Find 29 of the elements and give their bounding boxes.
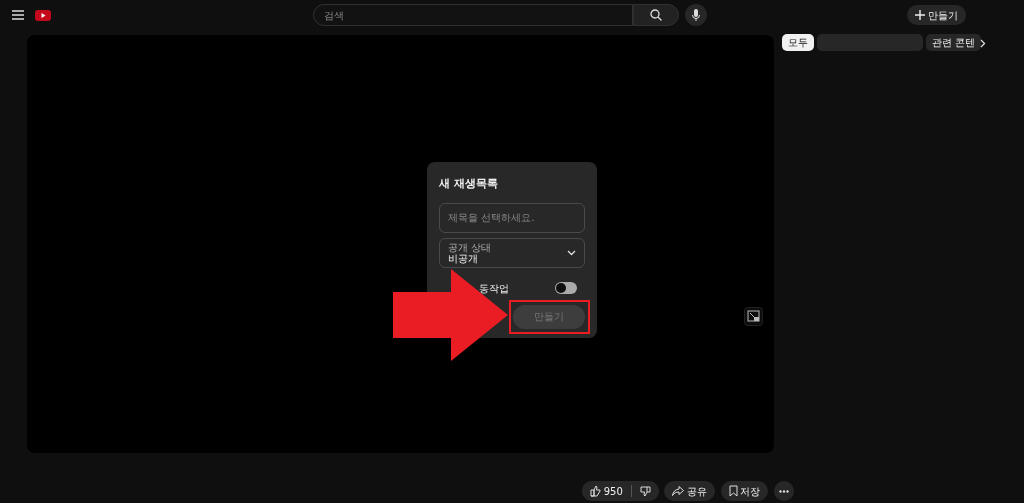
microphone-icon (691, 9, 700, 21)
chevron-down-icon (567, 249, 576, 256)
search-button[interactable] (633, 4, 680, 26)
thumbs-down-icon (639, 486, 651, 497)
menu-icon[interactable] (12, 10, 24, 20)
visibility-value: 비공개 (448, 252, 478, 264)
microphone-button[interactable] (684, 4, 707, 26)
search-icon (650, 8, 663, 21)
logo-icon[interactable] (35, 9, 51, 21)
more-button[interactable] (773, 481, 794, 501)
more-icon (778, 490, 789, 493)
create-button[interactable]: 만들기 (907, 5, 966, 25)
filter-chip[interactable]: 관련 콘텐 (925, 34, 981, 51)
toggle-switch[interactable] (555, 282, 577, 294)
bookmark-icon (728, 485, 738, 497)
dialog-title: 새 재생목록 (439, 176, 499, 192)
chevron-right-icon[interactable] (980, 39, 986, 48)
save-button[interactable]: 저장 (720, 481, 769, 501)
search-field[interactable]: 검색 (313, 4, 634, 26)
miniplayer-icon[interactable] (744, 307, 763, 326)
thumbs-up-icon (590, 485, 601, 497)
collaboration-label: 동작업 (479, 281, 509, 296)
share-button[interactable]: 공유 (664, 481, 716, 501)
visibility-dropdown[interactable]: 공개 상태 비공개 (439, 237, 585, 268)
title-field[interactable]: 제목을 선택하세요. (439, 202, 585, 233)
share-icon (672, 486, 685, 496)
visibility-label: 공개 상태 (448, 241, 492, 253)
filter-chip[interactable]: 모두 (782, 34, 814, 51)
plus-icon (915, 10, 926, 20)
